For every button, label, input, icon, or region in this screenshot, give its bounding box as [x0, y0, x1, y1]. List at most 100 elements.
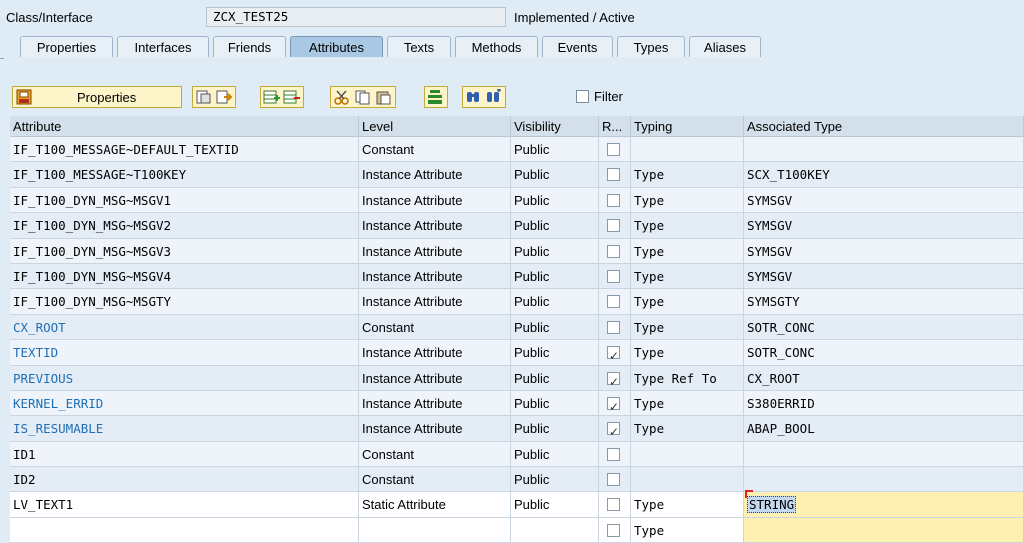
attribute-cell[interactable]: IS_RESUMABLE	[10, 416, 359, 442]
attribute-cell[interactable]: IF_T100_DYN_MSG~MSGV4	[10, 263, 359, 290]
associated-type-cell[interactable]: SYMSGV	[744, 263, 1024, 290]
table-row[interactable]: IS_RESUMABLEInstance AttributePublic Type…	[10, 416, 1024, 442]
attribute-cell[interactable]: IF_T100_DYN_MSG~MSGV1	[10, 187, 359, 214]
filter-checkbox[interactable]	[576, 90, 589, 103]
visibility-cell[interactable]: Public	[511, 263, 599, 290]
associated-type-cell[interactable]: SYMSGV	[744, 187, 1024, 214]
readonly-checkbox[interactable]	[607, 295, 620, 309]
class-name-field[interactable]: ZCX_TEST25	[206, 7, 506, 27]
typing-cell[interactable]: Type	[631, 416, 744, 442]
visibility-cell[interactable]: Public	[511, 365, 599, 391]
level-cell[interactable]: Instance Attribute	[359, 340, 511, 366]
level-cell[interactable]: Static Attribute	[359, 492, 511, 518]
level-cell[interactable]: Constant	[359, 467, 511, 493]
column-header-typing[interactable]: Typing	[631, 116, 744, 137]
visibility-cell[interactable]: Public	[511, 314, 599, 341]
level-cell[interactable]: Constant	[359, 441, 511, 468]
attribute-cell[interactable]: IF_T100_MESSAGE~DEFAULT_TEXTID	[10, 137, 359, 163]
readonly-checkbox[interactable]	[607, 143, 620, 156]
readonly-checkbox[interactable]	[607, 344, 620, 365]
typing-cell[interactable]: Type	[631, 263, 744, 290]
associated-type-cell[interactable]: CX_ROOT	[744, 365, 1024, 391]
associated-type-cell[interactable]	[744, 467, 1024, 493]
attribute-cell[interactable]: CX_ROOT	[10, 314, 359, 341]
delete-row-icon[interactable]	[283, 89, 301, 105]
visibility-cell[interactable]	[511, 517, 599, 543]
tab-events[interactable]: Events	[542, 36, 613, 57]
associated-type-cell[interactable]: SOTR_CONC	[744, 314, 1024, 341]
associated-type-cell[interactable]: ABAP_BOOL	[744, 416, 1024, 442]
level-cell[interactable]: Instance Attribute	[359, 187, 511, 214]
visibility-cell[interactable]: Public	[511, 441, 599, 468]
typing-cell[interactable]: Type	[631, 492, 744, 518]
visibility-cell[interactable]: Public	[511, 467, 599, 493]
table-row[interactable]: IF_T100_DYN_MSG~MSGV3 Instance Attribute P…	[10, 238, 1024, 264]
column-header-associated-type[interactable]: Associated Type	[744, 116, 1024, 137]
readonly-checkbox[interactable]	[607, 370, 620, 390]
typing-cell[interactable]: Type	[631, 517, 744, 543]
table-row[interactable]: IF_T100_DYN_MSG~MSGV1 Instance Attribute P…	[10, 187, 1024, 214]
associated-type-cell[interactable]	[744, 441, 1024, 468]
level-cell[interactable]: Instance Attribute	[359, 365, 511, 391]
level-cell[interactable]: Constant	[359, 137, 511, 163]
find-icon[interactable]	[465, 89, 483, 105]
typing-cell[interactable]	[631, 137, 744, 163]
readonly-checkbox[interactable]	[607, 395, 620, 415]
tab-properties[interactable]: Properties	[20, 36, 113, 57]
visibility-cell[interactable]: Public	[511, 416, 599, 442]
properties-button[interactable]: Properties	[12, 86, 182, 108]
table-row[interactable]: CX_ROOT Constant Public Type SOTR_CONC	[10, 314, 1024, 341]
level-cell[interactable]: Instance Attribute	[359, 162, 511, 188]
level-cell[interactable]: Instance Attribute	[359, 238, 511, 264]
attribute-cell[interactable]: KERNEL_ERRID	[10, 390, 359, 417]
typing-cell[interactable]: Type Ref To	[631, 365, 744, 391]
visibility-cell[interactable]: Public	[511, 162, 599, 188]
level-cell[interactable]: Instance Attribute	[359, 213, 511, 239]
associated-type-cell[interactable]	[744, 137, 1024, 163]
readonly-checkbox[interactable]	[607, 168, 620, 182]
tab-friends[interactable]: Friends	[213, 36, 286, 57]
readonly-checkbox[interactable]	[607, 244, 620, 258]
attribute-cell[interactable]	[10, 517, 359, 543]
table-row[interactable]: IF_T100_DYN_MSG~MSGV2 Instance Attribute P…	[10, 213, 1024, 239]
table-row[interactable]: IF_T100_DYN_MSG~MSGV4 Instance Attribute P…	[10, 263, 1024, 290]
associated-type-cell[interactable]: S380ERRID	[744, 390, 1024, 417]
column-header-visibility[interactable]: Visibility	[511, 116, 599, 137]
attribute-cell[interactable]: ID2	[10, 467, 359, 493]
typing-cell[interactable]: Type	[631, 213, 744, 239]
column-header-readonly[interactable]: R...	[599, 116, 631, 137]
readonly-checkbox[interactable]	[607, 420, 620, 441]
typing-cell[interactable]: Type	[631, 162, 744, 188]
associated-type-cell[interactable]: SOTR_CONC	[744, 340, 1024, 366]
table-row[interactable]: LV_TEXT1 Static Attribute Public Type STRING	[10, 490, 1024, 518]
insert-row-icon[interactable]	[263, 89, 281, 105]
table-row[interactable]: IF_T100_MESSAGE~T100KEY Instance Attribut…	[10, 162, 1024, 188]
readonly-checkbox[interactable]	[607, 193, 620, 207]
attribute-cell[interactable]: TEXTID	[10, 340, 359, 366]
table-row[interactable]: PREVIOUSInstance AttributePublic Type Ref…	[10, 365, 1024, 391]
associated-type-cell[interactable]: SYMSGTY	[744, 289, 1024, 315]
cut-icon[interactable]	[333, 89, 351, 105]
column-header-level[interactable]: Level	[359, 116, 511, 137]
level-cell[interactable]	[359, 517, 511, 543]
attribute-cell[interactable]: ID1	[10, 441, 359, 468]
readonly-checkbox[interactable]	[607, 523, 620, 537]
find-next-icon[interactable]	[485, 89, 503, 105]
readonly-checkbox[interactable]	[607, 473, 620, 487]
typing-cell[interactable]: Type	[631, 187, 744, 214]
visibility-cell[interactable]: Public	[511, 340, 599, 366]
visibility-cell[interactable]: Public	[511, 238, 599, 264]
readonly-checkbox[interactable]	[607, 447, 620, 461]
visibility-cell[interactable]: Public	[511, 187, 599, 214]
tab-types[interactable]: Types	[617, 36, 685, 57]
associated-type-cell[interactable]: STRING	[744, 492, 1024, 518]
tab-aliases[interactable]: Aliases	[689, 36, 761, 57]
visibility-cell[interactable]: Public	[511, 289, 599, 315]
visibility-cell[interactable]: Public	[511, 492, 599, 518]
table-row[interactable]: KERNEL_ERRIDInstance AttributePublic Type…	[10, 390, 1024, 417]
visibility-cell[interactable]: Public	[511, 137, 599, 163]
attribute-cell[interactable]: LV_TEXT1	[10, 492, 359, 518]
associated-type-cell[interactable]	[744, 517, 1024, 543]
attribute-cell[interactable]: IF_T100_MESSAGE~T100KEY	[10, 162, 359, 188]
table-row[interactable]: Type	[10, 517, 1024, 543]
